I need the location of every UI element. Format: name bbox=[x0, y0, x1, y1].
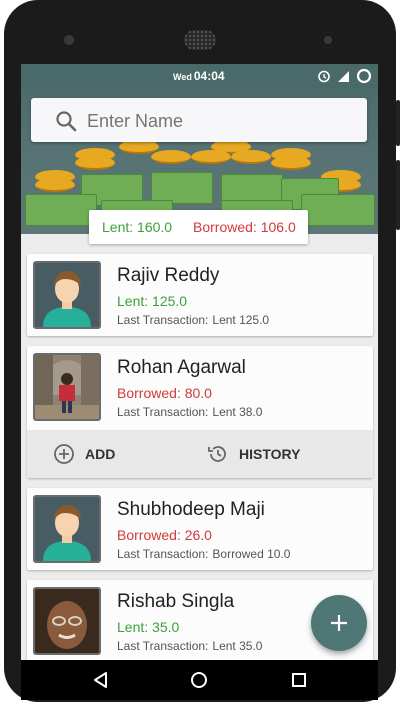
history-button[interactable]: HISTORY bbox=[207, 430, 300, 478]
last-transaction-label: Last Transaction: bbox=[117, 313, 209, 327]
battery-icon bbox=[356, 68, 372, 84]
status-clock: Wed 04:04 bbox=[173, 69, 225, 83]
photo-avatar bbox=[35, 589, 99, 653]
contact-balance: Borrowed: 80.0 bbox=[117, 385, 212, 401]
last-transaction-value: Lent 35.0 bbox=[212, 639, 263, 653]
avatar bbox=[33, 353, 101, 421]
status-time: 04:04 bbox=[193, 69, 225, 83]
history-icon bbox=[208, 446, 226, 462]
status-day: Wed bbox=[173, 72, 192, 82]
contact-name: Rishab Singla bbox=[117, 591, 235, 612]
contact-card[interactable]: Shubhodeep Maji Borrowed: 26.0 Last Tran… bbox=[27, 488, 373, 570]
total-borrowed: Borrowed: 106.0 bbox=[193, 219, 296, 235]
last-transaction: Last Transaction: Lent 125.0 bbox=[117, 313, 269, 327]
history-button-label: HISTORY bbox=[239, 446, 301, 462]
front-camera bbox=[64, 35, 74, 45]
recents-icon[interactable] bbox=[289, 670, 309, 690]
total-lent: Lent: 160.0 bbox=[102, 219, 173, 235]
last-transaction-value: Borrowed 10.0 bbox=[212, 547, 291, 561]
default-avatar-icon bbox=[35, 497, 99, 561]
avatar bbox=[33, 587, 101, 655]
contact-balance: Lent: 35.0 bbox=[117, 619, 180, 635]
last-transaction-value: Lent 125.0 bbox=[212, 313, 270, 327]
contact-balance: Borrowed: 26.0 bbox=[117, 527, 212, 543]
contact-balance: Lent: 125.0 bbox=[117, 293, 188, 309]
last-transaction-value: Lent 38.0 bbox=[212, 405, 263, 419]
alarm-icon bbox=[318, 70, 330, 83]
status-bar: Wed 04:04 bbox=[21, 64, 378, 88]
contact-name: Shubhodeep Maji bbox=[117, 499, 265, 520]
contact-name: Rajiv Reddy bbox=[117, 265, 220, 286]
app-screen: Wed04:04 Lent: 160.0 Borrowed: 106.0 bbox=[21, 64, 378, 660]
photo-avatar bbox=[35, 355, 99, 419]
contact-actions: ADD HISTORY bbox=[27, 430, 373, 478]
contact-name: Rohan Agarwal bbox=[117, 357, 246, 378]
last-transaction-label: Last Transaction: bbox=[117, 405, 209, 419]
avatar bbox=[33, 495, 101, 563]
home-icon[interactable] bbox=[189, 670, 209, 690]
search-input[interactable] bbox=[85, 98, 359, 144]
search-bar[interactable] bbox=[31, 98, 367, 144]
back-icon[interactable] bbox=[91, 670, 111, 690]
add-button[interactable]: ADD bbox=[53, 430, 115, 478]
earpiece-speaker bbox=[184, 30, 216, 50]
add-circle-icon bbox=[54, 444, 74, 464]
last-transaction: Last Transaction: Borrowed 10.0 bbox=[117, 547, 290, 561]
add-button-label: ADD bbox=[85, 446, 116, 462]
last-transaction-label: Last Transaction: bbox=[117, 547, 209, 561]
volume-button bbox=[396, 100, 400, 146]
signal-icon bbox=[338, 70, 349, 82]
navigation-bar bbox=[21, 660, 378, 700]
totals-summary: Lent: 160.0 Borrowed: 106.0 bbox=[89, 210, 308, 244]
proximity-sensor bbox=[324, 36, 332, 44]
last-transaction: Last Transaction: Lent 35.0 bbox=[117, 639, 262, 653]
last-transaction-label: Last Transaction: bbox=[117, 639, 209, 653]
add-contact-fab[interactable] bbox=[311, 595, 367, 651]
last-transaction: Last Transaction: Lent 38.0 bbox=[117, 405, 262, 419]
power-button bbox=[396, 160, 400, 230]
contact-card-expanded[interactable]: Rohan Agarwal Borrowed: 80.0 Last Transa… bbox=[27, 346, 373, 478]
contact-card[interactable]: Rajiv Reddy Lent: 125.0 Last Transaction… bbox=[27, 254, 373, 336]
search-icon bbox=[56, 111, 77, 132]
avatar bbox=[33, 261, 101, 329]
plus-icon bbox=[331, 615, 347, 631]
default-avatar-icon bbox=[35, 263, 99, 327]
